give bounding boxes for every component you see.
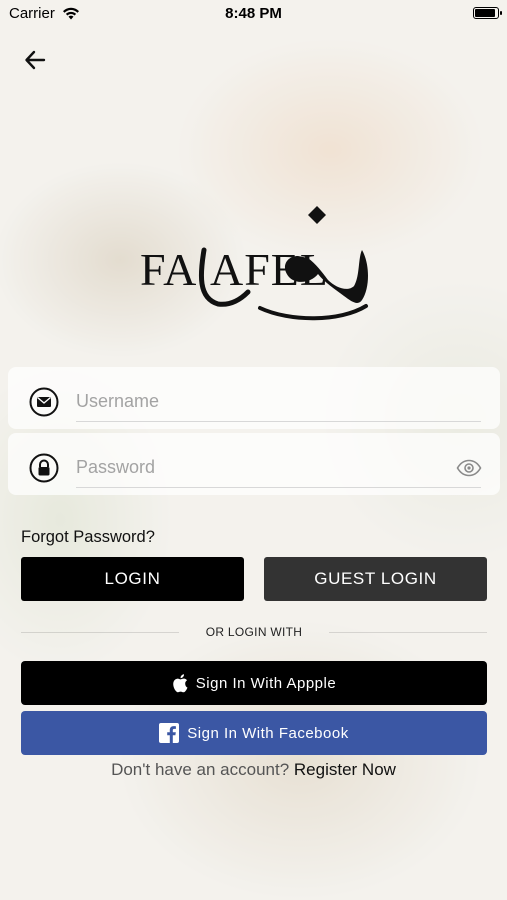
facebook-signin-button[interactable]: Sign In With Facebook [21,711,487,755]
battery-icon [473,7,502,19]
register-question: Don't have an account? [111,760,290,779]
arrow-left-icon[interactable] [22,46,50,74]
username-input[interactable] [76,381,481,422]
facebook-icon [159,723,180,743]
or-login-divider: OR LOGIN WITH [21,621,487,643]
guest-login-button[interactable]: GUEST LOGIN [264,557,487,601]
status-bar: Carrier 8:48 PM [0,0,507,28]
apple-signin-button[interactable]: Sign In With Appple [21,661,487,705]
clock: 8:48 PM [225,5,282,22]
envelope-icon [29,387,59,417]
register-prompt: Don't have an account? Register Now [0,760,507,780]
password-field[interactable] [8,433,500,495]
forgot-password-link[interactable]: Forgot Password? [21,528,155,547]
lock-icon [29,453,59,483]
falafel-logo: FA AFEL [140,206,368,321]
facebook-signin-label: Sign In With Facebook [187,724,349,742]
apple-signin-label: Sign In With Appple [195,674,337,692]
eye-icon[interactable] [456,459,482,477]
login-button[interactable]: LOGIN [21,557,244,601]
register-now-link[interactable]: Register Now [294,760,396,779]
password-input[interactable] [76,447,481,488]
username-field[interactable] [8,367,500,429]
divider-line-right [329,632,487,633]
svg-text:FA: FA [140,244,197,295]
apple-icon [173,674,188,693]
